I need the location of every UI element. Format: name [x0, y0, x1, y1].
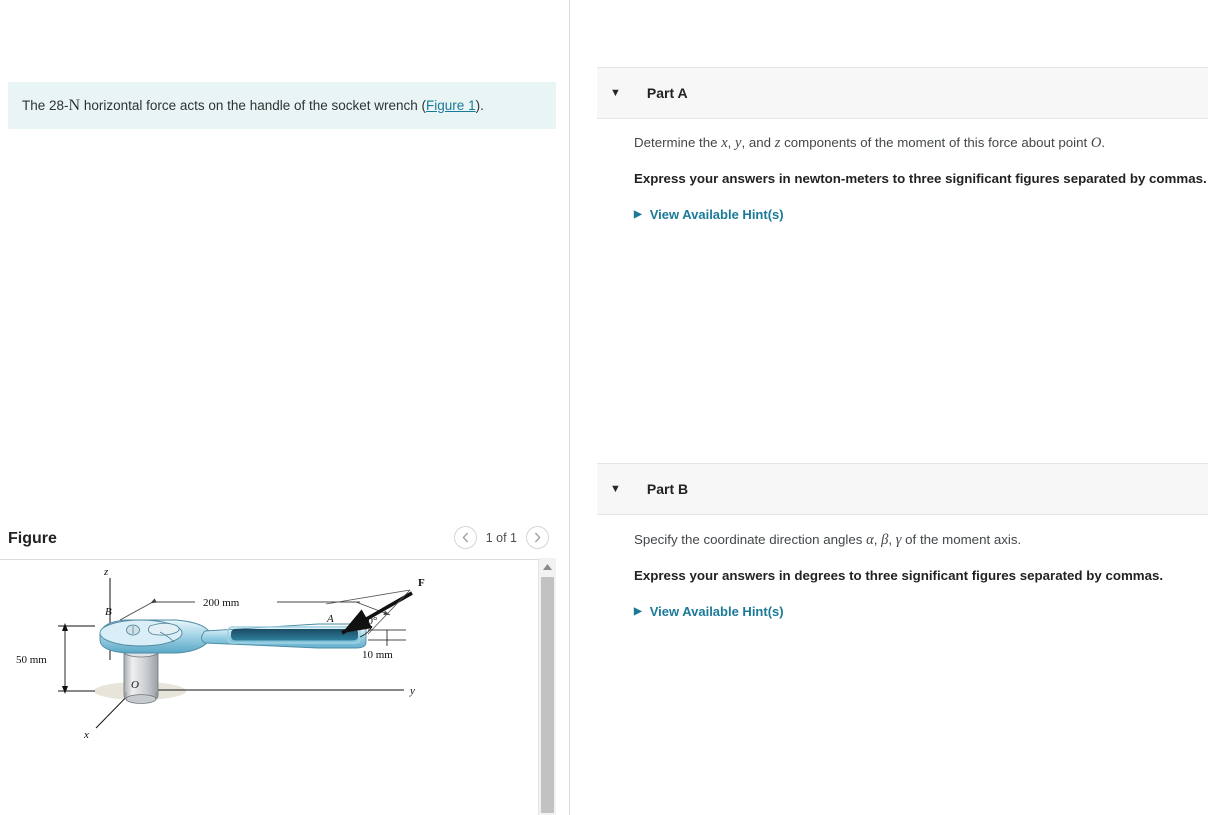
prompt-b-seg-4: ,	[888, 532, 896, 547]
chevron-right-icon	[534, 532, 541, 543]
prompt-seg-2: ,	[727, 135, 736, 150]
figure-force-label: F	[418, 577, 425, 589]
caret-right-icon: ▶	[634, 605, 642, 617]
caret-down-icon[interactable]: ▼	[610, 87, 621, 99]
part-a-body: Determine the x, y, and z components of …	[634, 133, 1208, 222]
socket-wrench-diagram: z y x O B A 200 mm 50 mm F 60° 10 mm	[14, 566, 425, 741]
part-b-title: Part B	[646, 481, 689, 497]
prompt-seg-6: components of the moment of this force a…	[780, 135, 1091, 150]
caret-right-icon: ▶	[634, 208, 642, 220]
part-b-hints-toggle[interactable]: ▶ View Available Hint(s)	[634, 604, 1208, 619]
part-b-instruction: Express your answers in degrees to three…	[634, 567, 1164, 583]
figure-axis-y-label: y	[409, 685, 415, 697]
part-a-hints-label: View Available Hint(s)	[649, 206, 784, 222]
figure-angle-60-label: 60°	[362, 615, 377, 627]
figure-1-link[interactable]: Figure 1	[426, 98, 476, 113]
prompt-var-o: O	[1090, 135, 1102, 151]
right-pane: ▼ Part A Determine the x, y, and z compo…	[571, 0, 1208, 815]
left-pane: The 28-N horizontal force acts on the ha…	[0, 0, 570, 815]
figure-dim-10mm-label: 10 mm	[362, 649, 393, 661]
part-b-hints-label: View Available Hint(s)	[649, 603, 784, 619]
part-a-hints-toggle[interactable]: ▶ View Available Hint(s)	[634, 207, 1208, 222]
prompt-seg-4: , and	[741, 135, 775, 150]
figure-point-b-label: B	[105, 606, 112, 618]
part-a-title: Part A	[646, 85, 688, 101]
figure-panel-title: Figure	[8, 530, 57, 547]
problem-text-end: ).	[475, 98, 484, 113]
prompt-seg-8: .	[1101, 135, 1106, 150]
figure-prev-button[interactable]	[453, 526, 477, 549]
problem-text-after: horizontal force acts on the handle of t…	[80, 98, 427, 113]
figure-scrollbar[interactable]	[538, 558, 556, 815]
prompt-b-seg-6: of the moment axis.	[901, 532, 1022, 547]
prompt-var-alpha: α	[866, 532, 874, 548]
part-b-prompt: Specify the coordinate direction angles …	[634, 530, 1208, 552]
figure-dim-50mm-label: 50 mm	[16, 654, 47, 666]
problem-text-before: The 28-	[22, 98, 69, 113]
problem-statement: The 28-N horizontal force acts on the ha…	[8, 82, 556, 130]
figure-point-o-label: O	[131, 679, 139, 691]
part-b-header[interactable]: ▼ Part B	[597, 463, 1208, 515]
figure-page-count: 1 of 1	[485, 530, 517, 545]
figure-body: z y x O B A 200 mm 50 mm F 60° 10 mm	[0, 560, 556, 815]
part-a-prompt: Determine the x, y, and z components of …	[634, 133, 1208, 155]
caret-down-icon[interactable]: ▼	[610, 483, 621, 495]
caret-up-icon	[543, 563, 552, 570]
figure-dim-200mm-label: 200 mm	[203, 597, 240, 609]
scroll-up-button[interactable]	[539, 558, 556, 575]
figure-pagination: 1 of 1	[453, 526, 549, 549]
part-a-instruction: Express your answers in newton-meters to…	[634, 170, 1207, 186]
chevron-left-icon	[462, 532, 468, 543]
part-a-header[interactable]: ▼ Part A	[597, 67, 1208, 119]
figure-axis-z-label: z	[103, 566, 109, 578]
figure-point-a-label: A	[326, 613, 334, 625]
prompt-b-seg-0: Specify the coordinate direction angles	[634, 532, 867, 547]
problem-unit-newton: N	[68, 97, 81, 114]
scroll-thumb[interactable]	[541, 577, 554, 813]
part-b-body: Specify the coordinate direction angles …	[634, 530, 1208, 619]
figure-next-button[interactable]	[526, 526, 549, 549]
figure-axis-x-label: x	[83, 729, 89, 741]
prompt-seg-0: Determine the	[634, 135, 722, 150]
page-root: The 28-N horizontal force acts on the ha…	[0, 0, 1208, 815]
